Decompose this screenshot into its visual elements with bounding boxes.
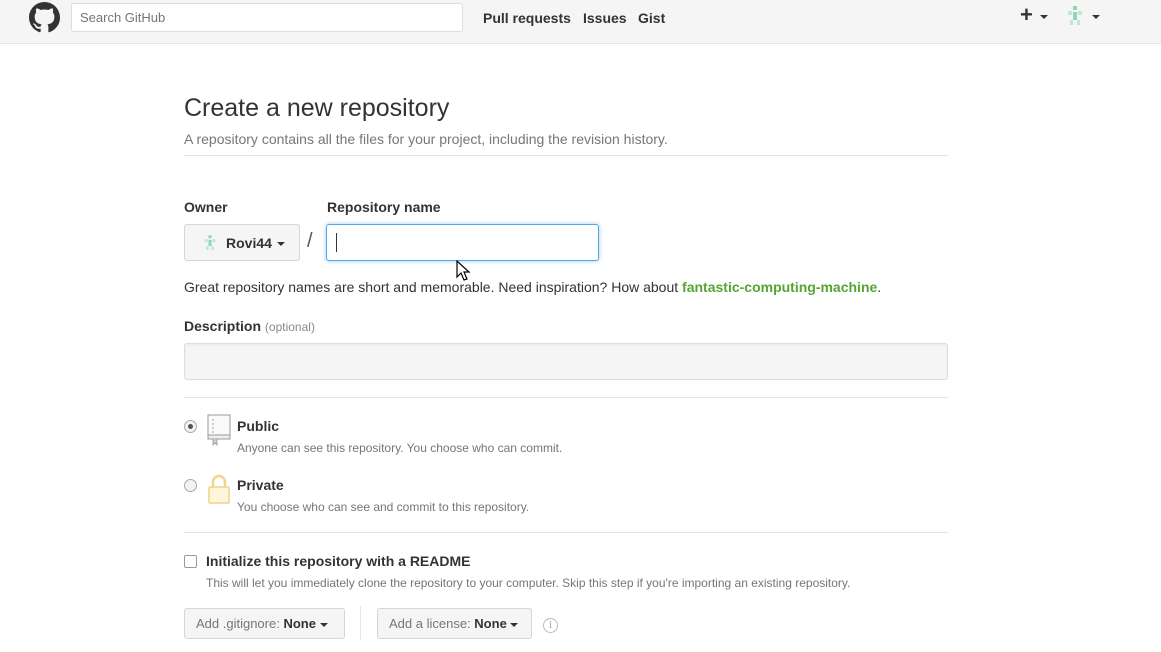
page-subtitle: A repository contains all the files for …: [184, 131, 668, 147]
plus-icon[interactable]: +: [1020, 4, 1033, 26]
repo-icon: [207, 414, 231, 446]
name-suggestion-link[interactable]: fantastic-computing-machine: [682, 279, 877, 295]
divider: [184, 155, 948, 156]
nav-pull-requests[interactable]: Pull requests: [483, 10, 571, 26]
hint-text: Great repository names are short and mem…: [184, 279, 683, 295]
license-value: None: [474, 616, 507, 631]
license-select-button[interactable]: Add a license: None: [377, 608, 532, 639]
private-option-title[interactable]: Private: [237, 477, 284, 493]
avatar-icon[interactable]: [1066, 6, 1084, 26]
lock-icon: [208, 474, 230, 504]
gitignore-value: None: [283, 616, 316, 631]
private-option-desc: You choose who can see and commit to thi…: [237, 500, 530, 514]
divider: [360, 606, 361, 640]
owner-label: Owner: [184, 199, 228, 215]
radio-selected-dot: [188, 424, 193, 429]
hint-end: .: [877, 279, 882, 295]
description-label: Description (optional): [184, 318, 315, 334]
nav-gist[interactable]: Gist: [638, 10, 665, 26]
page-title: Create a new repository: [184, 94, 450, 122]
private-radio[interactable]: [184, 479, 197, 492]
caret-down-icon[interactable]: [1040, 15, 1048, 19]
readme-label[interactable]: Initialize this repository with a README: [206, 553, 470, 569]
caret-down-icon[interactable]: [1092, 15, 1100, 19]
top-header: Pull requests Issues Gist +: [0, 0, 1161, 44]
search-input[interactable]: [71, 3, 463, 32]
gitignore-label: Add .gitignore:: [196, 616, 280, 631]
description-input[interactable]: [184, 343, 948, 380]
gitignore-select-button[interactable]: Add .gitignore: None: [184, 608, 345, 639]
divider: [184, 532, 948, 533]
repo-name-hint: Great repository names are short and mem…: [184, 279, 881, 295]
readme-checkbox[interactable]: [184, 555, 197, 568]
divider: [184, 397, 948, 398]
public-option-title[interactable]: Public: [237, 418, 279, 434]
caret-down-icon: [277, 242, 285, 246]
repo-name-input[interactable]: [326, 224, 599, 261]
repo-name-label: Repository name: [327, 199, 441, 215]
owner-name: Rovi44: [226, 235, 272, 251]
info-icon[interactable]: i: [543, 618, 558, 633]
avatar-icon: [204, 235, 216, 250]
github-logo-icon[interactable]: [29, 2, 60, 33]
owner-repo-separator: /: [307, 230, 313, 252]
caret-down-icon: [319, 622, 328, 627]
license-label: Add a license:: [389, 616, 471, 631]
readme-desc: This will let you immediately clone the …: [206, 576, 851, 590]
optional-note: (optional): [264, 320, 315, 334]
description-label-text: Description: [184, 318, 262, 334]
owner-select-button[interactable]: Rovi44: [184, 224, 300, 261]
public-radio[interactable]: [184, 420, 197, 433]
caret-down-icon: [510, 622, 519, 627]
public-option-desc: Anyone can see this repository. You choo…: [237, 441, 563, 455]
nav-issues[interactable]: Issues: [583, 10, 627, 26]
text-caret: [336, 233, 337, 252]
